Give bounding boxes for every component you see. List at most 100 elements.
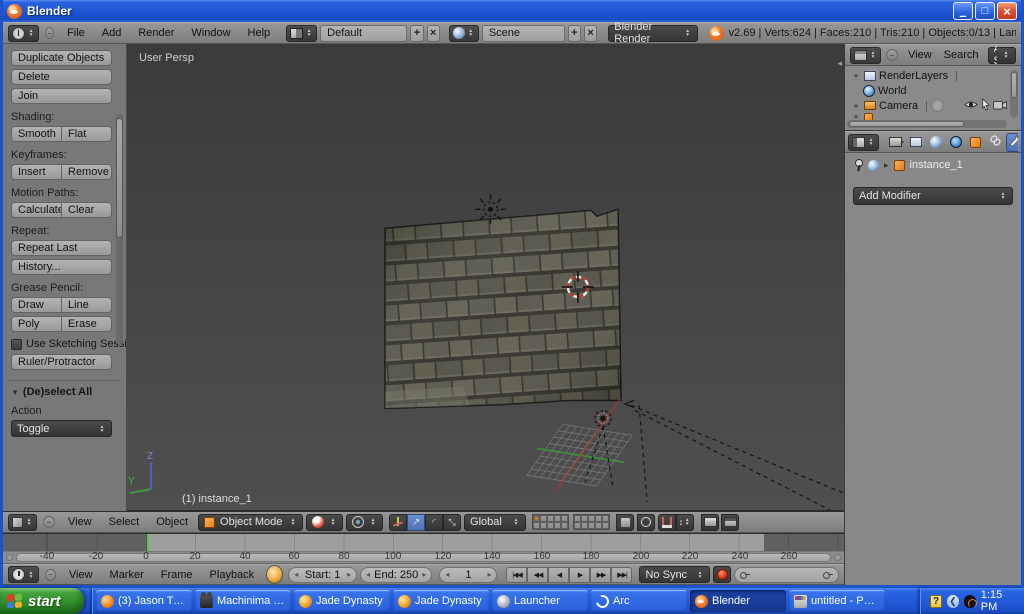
view3d-menu-select[interactable]: Select — [102, 516, 147, 528]
add-modifier-dropdown[interactable]: Add Modifier — [853, 187, 1013, 205]
opengl-render-button[interactable] — [701, 514, 719, 531]
tab-object[interactable] — [966, 133, 985, 152]
timeline-menu-marker[interactable]: Marker — [103, 569, 151, 581]
duplicate-objects-button[interactable]: Duplicate Objects — [11, 50, 112, 66]
timeline-menu-view[interactable]: View — [62, 569, 100, 581]
timeline-menu-frame[interactable]: Frame — [154, 569, 200, 581]
taskbar-item-paint[interactable]: untitled - Paint — [789, 590, 885, 612]
gp-erase-button[interactable]: Erase — [62, 316, 112, 332]
rotate-manipulator-toggle[interactable] — [425, 514, 443, 531]
view3d-collapse-menus-icon[interactable] — [43, 516, 55, 528]
next-keyframe-button[interactable] — [590, 567, 611, 583]
tab-scene[interactable] — [926, 133, 945, 152]
viewport-shading-dropdown[interactable] — [306, 514, 343, 531]
snap-toggle[interactable] — [658, 514, 676, 531]
gp-line-button[interactable]: Line — [62, 297, 112, 313]
maximize-button[interactable] — [975, 2, 995, 20]
breadcrumb-scene-icon[interactable] — [868, 160, 879, 171]
breadcrumb-object-icon[interactable] — [894, 160, 905, 171]
outliner-display-dropdown[interactable]: All Scenes — [988, 47, 1016, 64]
taskbar-item-machinima[interactable]: Machinima Stu... — [195, 590, 291, 612]
collapse-menus-icon[interactable] — [45, 27, 54, 39]
proportional-edit-dropdown[interactable] — [637, 514, 655, 531]
taskbar-item-arc[interactable]: Arc — [591, 590, 687, 612]
lock-to-scene-toggle[interactable] — [616, 514, 634, 531]
mode-dropdown[interactable]: Object Mode — [198, 514, 303, 531]
record-button[interactable] — [713, 566, 731, 583]
timeline-menu-playback[interactable]: Playback — [203, 569, 262, 581]
scene-delete-button[interactable] — [584, 25, 597, 42]
window-titlebar[interactable]: Blender — [3, 0, 1021, 22]
translate-manipulator-toggle[interactable] — [407, 514, 425, 531]
calculate-button[interactable]: Calculate — [11, 202, 62, 218]
timeline-editor-type-button[interactable] — [8, 566, 39, 583]
editor-type-button[interactable] — [8, 25, 39, 42]
menu-help[interactable]: Help — [241, 27, 278, 39]
taskbar-item-jade-dynasty-2[interactable]: Jade Dynasty — [393, 590, 489, 612]
renderable-camera-icon[interactable] — [993, 99, 1007, 113]
close-button[interactable] — [997, 2, 1017, 20]
increment-arrow-icon[interactable] — [422, 570, 426, 579]
expand-icon[interactable] — [851, 101, 861, 111]
timeline-scroll-thumb[interactable] — [16, 553, 831, 562]
repeat-last-button[interactable]: Repeat Last — [11, 240, 112, 256]
opengl-render-anim-button[interactable] — [721, 514, 739, 531]
action-dropdown[interactable]: Toggle — [11, 420, 112, 437]
scale-manipulator-toggle[interactable] — [443, 514, 461, 531]
minimize-button[interactable] — [953, 2, 973, 20]
delete-button[interactable]: Delete — [11, 69, 112, 85]
taskbar-item-launcher[interactable]: Launcher — [492, 590, 588, 612]
gp-draw-button[interactable]: Draw — [11, 297, 62, 313]
start-button[interactable]: start — [0, 588, 84, 614]
orientation-dropdown[interactable]: Global — [464, 514, 526, 531]
auto-keyframe-button[interactable] — [266, 565, 283, 584]
tool-shelf-scrollbar[interactable] — [116, 114, 123, 344]
ruler-protractor-button[interactable]: Ruler/Protractor — [11, 354, 112, 370]
screen-layout-field[interactable]: Default — [320, 25, 407, 42]
increment-arrow-icon[interactable] — [487, 570, 491, 579]
layout-delete-button[interactable] — [427, 25, 440, 42]
outliner-menu-search[interactable]: Search — [939, 49, 984, 61]
region-collapse-arrow-icon[interactable] — [837, 58, 842, 69]
help-tray-icon[interactable] — [930, 595, 942, 608]
snap-element-dropdown[interactable] — [676, 514, 694, 531]
sketching-session-checkbox[interactable] — [11, 339, 22, 350]
start-frame-field[interactable]: Start: 1 — [288, 567, 357, 583]
decrement-arrow-icon[interactable] — [294, 570, 298, 579]
layers-widget[interactable] — [532, 514, 610, 530]
scene-field[interactable]: Scene — [482, 25, 565, 42]
outliner-item-world[interactable]: World — [851, 83, 1007, 98]
play-button[interactable] — [569, 567, 590, 583]
tab-modifiers[interactable] — [1006, 133, 1018, 152]
remove-keyframe-button[interactable]: Remove — [62, 164, 112, 180]
outliner-item-renderlayers[interactable]: RenderLayers | — [851, 68, 1007, 83]
outliner-horizontal-scrollbar[interactable] — [847, 120, 1007, 128]
timeline-collapse-menus-icon[interactable] — [45, 569, 56, 581]
tab-world[interactable] — [946, 133, 965, 152]
decrement-arrow-icon[interactable] — [445, 570, 449, 579]
outliner-menu-view[interactable]: View — [903, 49, 937, 61]
tab-render[interactable] — [886, 133, 905, 152]
current-frame-marker[interactable] — [147, 534, 149, 551]
play-reverse-button[interactable] — [548, 567, 569, 583]
visibility-eye-icon[interactable] — [964, 99, 978, 113]
decrement-arrow-icon[interactable] — [366, 570, 370, 579]
hide-icons-chevron-icon[interactable] — [947, 595, 959, 608]
prev-keyframe-button[interactable] — [527, 567, 548, 583]
clear-button[interactable]: Clear — [62, 202, 112, 218]
keying-set-field[interactable] — [734, 567, 839, 583]
outliner-item-camera[interactable]: Camera | — [851, 98, 1007, 113]
outliner-editor-type-button[interactable] — [850, 47, 881, 64]
view3d-menu-object[interactable]: Object — [149, 516, 195, 528]
menu-render[interactable]: Render — [131, 27, 181, 39]
layout-add-button[interactable] — [410, 25, 423, 42]
deselect-all-panel-header[interactable]: (De)select All — [11, 386, 112, 398]
sync-dropdown[interactable]: No Sync — [639, 566, 710, 583]
jump-to-end-button[interactable] — [611, 567, 632, 583]
view3d-editor-type-button[interactable] — [8, 514, 37, 531]
tray-app-icon[interactable] — [964, 595, 976, 608]
menu-window[interactable]: Window — [184, 27, 237, 39]
history-button[interactable]: History... — [11, 259, 112, 275]
menu-add[interactable]: Add — [95, 27, 129, 39]
viewport-3d[interactable]: User Persp (1) instance_1 Y Z — [127, 44, 844, 511]
